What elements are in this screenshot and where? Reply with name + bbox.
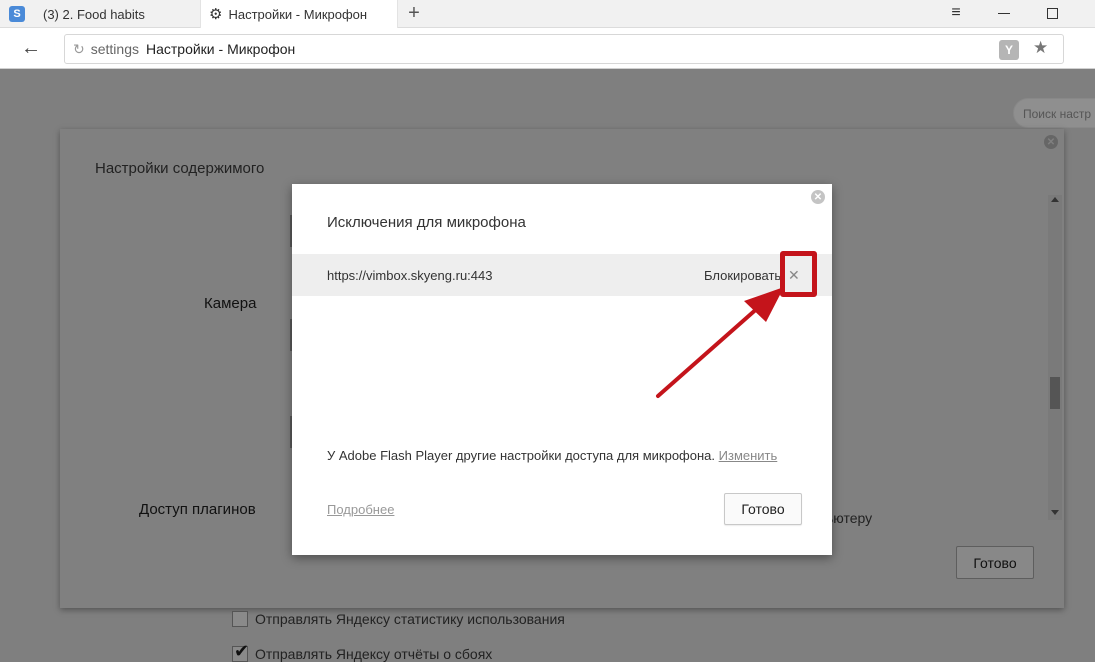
annotation-arrow-icon [656,287,784,398]
